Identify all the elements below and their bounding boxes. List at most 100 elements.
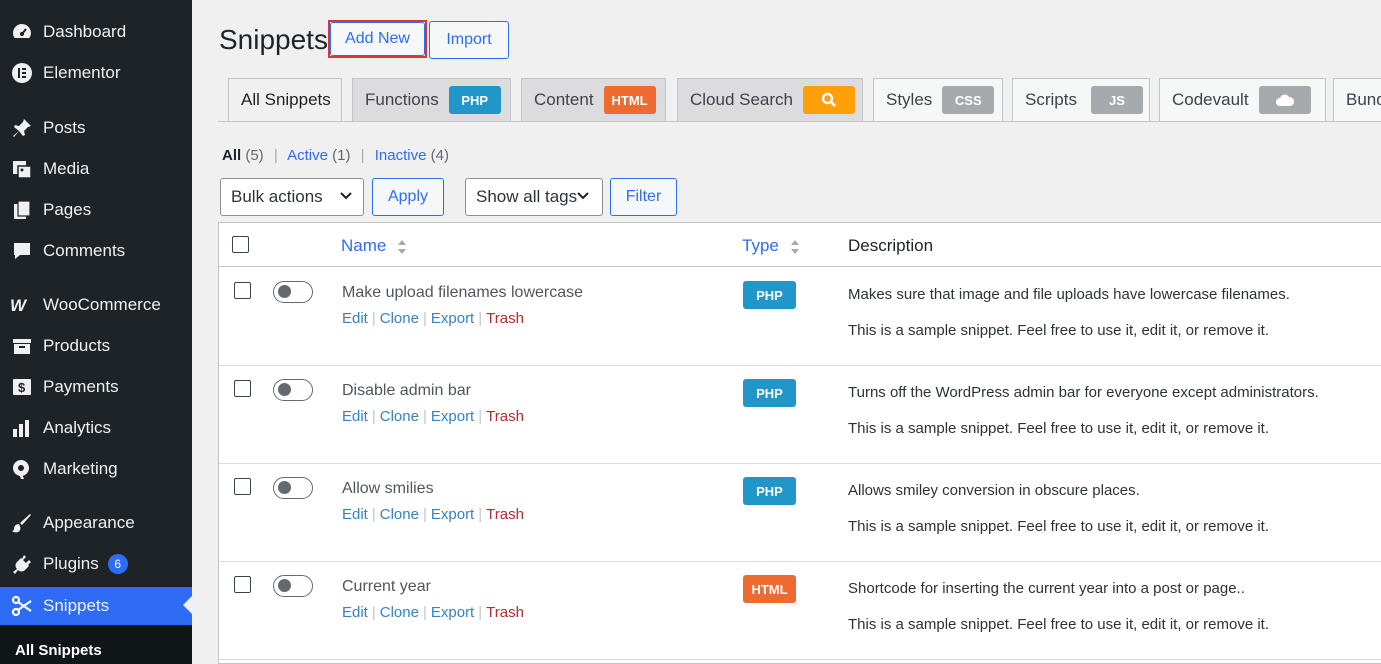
add-new-button[interactable]: Add New [330, 22, 425, 56]
row-actions: Edit | Clone | Export | Trash [342, 604, 524, 621]
sidebar-item-appearance[interactable]: Appearance [0, 505, 192, 541]
sidebar-item-woocommerce[interactable]: W WooCommerce [0, 287, 192, 323]
export-link[interactable]: Export [431, 506, 474, 523]
tab-content[interactable]: Content HTML [521, 78, 666, 122]
trash-link[interactable]: Trash [486, 506, 524, 523]
clone-link[interactable]: Clone [380, 506, 419, 523]
chevron-down-icon [340, 192, 352, 200]
edit-link[interactable]: Edit [342, 408, 368, 425]
tabs-divider [218, 121, 1381, 122]
update-count-badge: 6 [107, 554, 128, 574]
table-row: Current year Edit | Clone | Export | Trash HTM… [219, 562, 1381, 660]
submenu-all-snippets[interactable]: All Snippets [0, 626, 192, 664]
view-active[interactable]: Active [287, 147, 328, 164]
sidebar-item-dashboard[interactable]: Dashboard [0, 14, 192, 50]
clone-link[interactable]: Clone [380, 408, 419, 425]
sidebar-item-label: Posts [43, 118, 86, 137]
snippet-description: Turns off the WordPress admin bar for ev… [848, 384, 1319, 401]
clone-link[interactable]: Clone [380, 310, 419, 327]
sidebar-item-label: WooCommerce [43, 295, 161, 314]
media-icon [10, 157, 34, 181]
bulk-actions-select[interactable]: Bulk actions [220, 178, 364, 216]
sidebar-item-comments[interactable]: Comments [0, 233, 192, 269]
export-link[interactable]: Export [431, 604, 474, 621]
dashboard-icon [10, 20, 34, 44]
snippet-description: Makes sure that image and file uploads h… [848, 286, 1290, 303]
view-all[interactable]: All [222, 147, 241, 164]
type-badge: PHP [743, 477, 796, 505]
sidebar-item-products[interactable]: Products [0, 328, 192, 364]
trash-link[interactable]: Trash [486, 310, 524, 327]
snippet-note: This is a sample snippet. Feel free to u… [848, 616, 1270, 633]
snippet-name[interactable]: Make upload filenames lowercase [342, 284, 583, 302]
tab-codevault[interactable]: Codevault [1159, 78, 1326, 122]
row-actions: Edit | Clone | Export | Trash [342, 408, 524, 425]
row-checkbox[interactable] [234, 282, 251, 299]
apply-button[interactable]: Apply [372, 178, 444, 216]
trash-link[interactable]: Trash [486, 604, 524, 621]
sidebar-item-media[interactable]: Media [0, 151, 192, 187]
sidebar-item-snippets[interactable]: Snippets [0, 587, 192, 625]
sidebar-item-analytics[interactable]: Analytics [0, 410, 192, 446]
view-all-count: (5) [245, 147, 264, 164]
brush-icon [10, 511, 34, 535]
edit-link[interactable]: Edit [342, 310, 368, 327]
pin-icon [10, 116, 34, 140]
tab-label: Scripts [1025, 90, 1077, 109]
edit-link[interactable]: Edit [342, 604, 368, 621]
table-header: Name Type Description [219, 223, 1381, 267]
tab-bundles[interactable]: Bund [1333, 78, 1381, 122]
sort-icon [790, 239, 799, 254]
edit-link[interactable]: Edit [342, 506, 368, 523]
export-link[interactable]: Export [431, 408, 474, 425]
tags-value: Show all tags [476, 187, 578, 206]
snippet-note: This is a sample snippet. Feel free to u… [848, 420, 1270, 437]
row-actions: Edit | Clone | Export | Trash [342, 506, 524, 523]
sidebar-item-payments[interactable]: $ Payments [0, 369, 192, 405]
sidebar-item-pages[interactable]: Pages [0, 192, 192, 228]
type-badge: HTML [743, 575, 796, 603]
tab-functions[interactable]: Functions PHP [352, 78, 511, 122]
column-type-label: Type [742, 236, 779, 255]
tab-scripts[interactable]: Scripts JS [1012, 78, 1150, 122]
submenu-label: All Snippets [15, 642, 102, 659]
row-checkbox[interactable] [234, 380, 251, 397]
css-pill: CSS [942, 86, 995, 114]
clone-link[interactable]: Clone [380, 604, 419, 621]
type-badge: PHP [743, 379, 796, 407]
tab-label: All Snippets [241, 90, 331, 109]
sidebar-item-marketing[interactable]: Marketing [0, 451, 192, 487]
snippet-name[interactable]: Allow smilies [342, 480, 434, 498]
activate-toggle[interactable] [273, 575, 313, 597]
export-link[interactable]: Export [431, 310, 474, 327]
archive-icon [10, 334, 34, 358]
activate-toggle[interactable] [273, 379, 313, 401]
sidebar-item-elementor[interactable]: Elementor [0, 55, 192, 91]
trash-link[interactable]: Trash [486, 408, 524, 425]
separator: | [273, 147, 278, 164]
tab-styles[interactable]: Styles CSS [873, 78, 1003, 122]
select-all-checkbox[interactable] [232, 236, 249, 253]
tab-all-snippets[interactable]: All Snippets [228, 78, 342, 122]
row-checkbox[interactable] [234, 478, 251, 495]
view-inactive[interactable]: Inactive [375, 147, 427, 164]
snippet-name[interactable]: Disable admin bar [342, 382, 471, 400]
sidebar-item-plugins[interactable]: Plugins 6 [0, 546, 192, 582]
sidebar-item-label: Plugins [43, 554, 99, 573]
activate-toggle[interactable] [273, 281, 313, 303]
sidebar-item-posts[interactable]: Posts [0, 110, 192, 146]
column-type[interactable]: Type [742, 236, 800, 256]
plugin-icon [10, 552, 34, 576]
column-name[interactable]: Name [341, 236, 407, 256]
import-button[interactable]: Import [429, 21, 509, 59]
woo-icon: W [10, 293, 34, 317]
activate-toggle[interactable] [273, 477, 313, 499]
filter-button[interactable]: Filter [610, 178, 677, 216]
chevron-down-icon [577, 192, 589, 200]
sidebar-item-label: Payments [43, 377, 119, 396]
search-icon [803, 86, 856, 114]
row-checkbox[interactable] [234, 576, 251, 593]
snippet-name[interactable]: Current year [342, 578, 431, 596]
tab-cloud-search[interactable]: Cloud Search [677, 78, 863, 122]
tags-select[interactable]: Show all tags [465, 178, 603, 216]
